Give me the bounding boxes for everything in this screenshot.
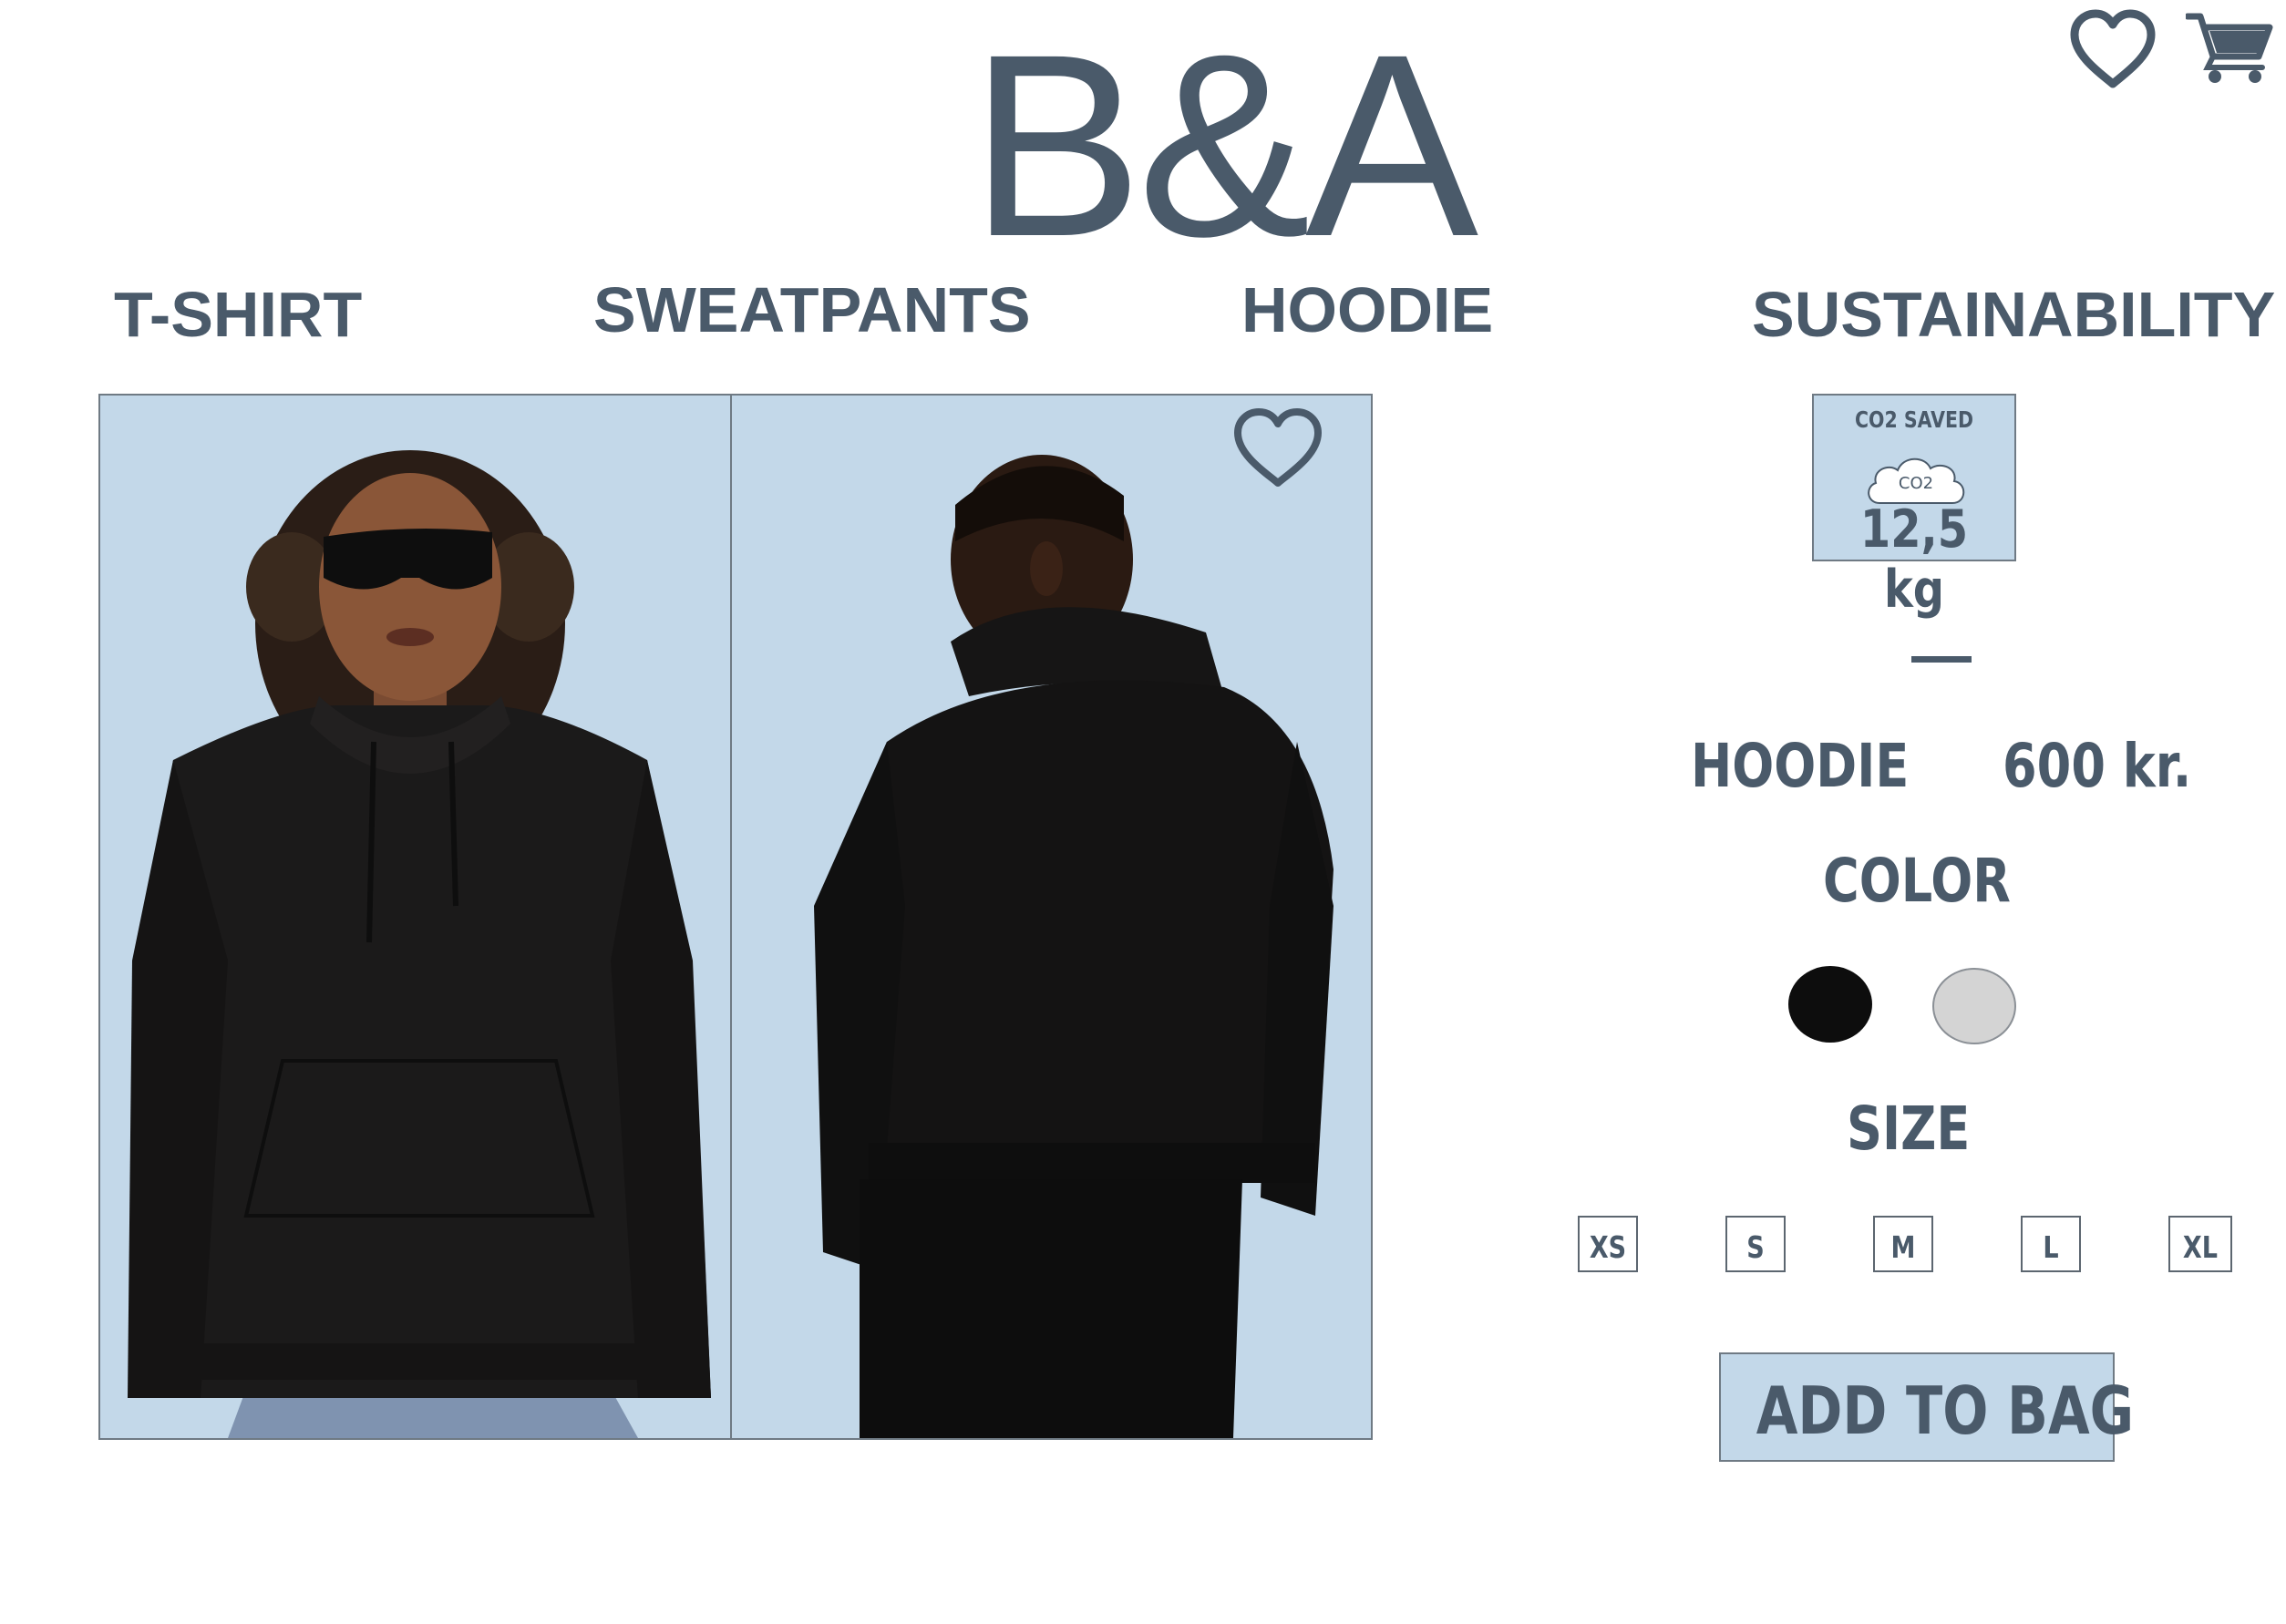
color-swatch-light-grey[interactable] — [1932, 968, 2016, 1044]
size-option-s[interactable]: S — [1725, 1216, 1786, 1272]
nav-item-t-shirt[interactable]: T-SHIRT — [114, 278, 362, 351]
shopping-cart-icon[interactable] — [2186, 11, 2273, 84]
heart-icon[interactable] — [2067, 7, 2158, 91]
size-option-l[interactable]: L — [2021, 1216, 2081, 1272]
size-option-m[interactable]: M — [1873, 1216, 1933, 1272]
product-price: 600 kr. — [2003, 731, 2192, 801]
co2-title: CO2 SAVED — [1854, 406, 1973, 433]
brand-logo[interactable]: B&A — [0, 16, 2286, 276]
size-option-xl[interactable]: XL — [2168, 1216, 2232, 1272]
front-view-photo[interactable] — [100, 396, 732, 1438]
size-option-label: XS — [1589, 1229, 1627, 1265]
co2-value: 12,5 kg — [1859, 499, 1969, 620]
product-name: HOODIE — [1691, 731, 1910, 801]
header-icons — [2067, 7, 2286, 95]
add-to-bag-label: ADD TO BAG — [1756, 1372, 2135, 1449]
co2-saved-badge: CO2 SAVED CO2 12,5 kg — [1812, 394, 2016, 620]
wishlist-heart-icon[interactable] — [1231, 405, 1325, 492]
size-label: SIZE — [1847, 1094, 1971, 1164]
size-option-label: M — [1890, 1229, 1916, 1265]
add-to-bag-button[interactable]: ADD TO BAG — [1719, 1352, 2135, 1462]
back-view-photo[interactable] — [732, 396, 1371, 1438]
nav-item-hoodie[interactable]: HOODIE — [1241, 273, 1493, 346]
size-option-label: S — [1746, 1229, 1765, 1265]
nav-item-sweatpants[interactable]: SWEATPANTS — [593, 273, 1031, 346]
color-swatch-black[interactable] — [1788, 966, 1872, 1043]
divider — [1911, 656, 1972, 663]
size-option-label: L — [2043, 1229, 2059, 1265]
size-option-xs[interactable]: XS — [1578, 1216, 1638, 1272]
color-label: COLOR — [1823, 846, 2011, 916]
cloud-text: CO2 — [1899, 474, 1933, 493]
size-option-label: XL — [2182, 1229, 2219, 1265]
nav-item-sustainability[interactable]: SUSTAINABILITY — [1752, 278, 2275, 351]
product-gallery — [98, 394, 1373, 1440]
